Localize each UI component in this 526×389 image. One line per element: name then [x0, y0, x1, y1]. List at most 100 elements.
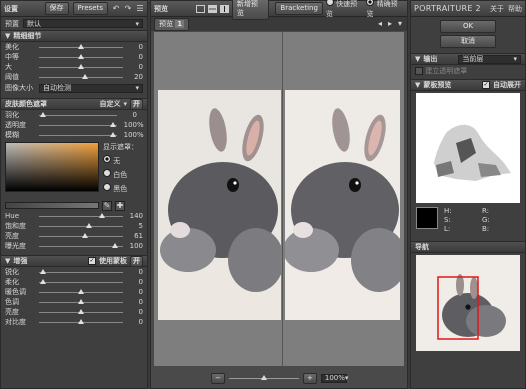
slider-value[interactable]: 5 — [127, 222, 143, 230]
slider-knob[interactable] — [82, 73, 89, 79]
output-select[interactable]: 当前层 ▾ — [458, 54, 521, 64]
tab-menu-icon[interactable]: ▾ — [396, 20, 404, 28]
skin-section-header[interactable]: 皮肤颜色遮罩 自定义 ▾ 开 — [1, 98, 147, 110]
slider-track[interactable] — [39, 278, 123, 284]
slider-value[interactable]: 0 — [121, 111, 137, 119]
slider-value[interactable]: 0 — [127, 268, 143, 276]
slider-knob[interactable] — [78, 43, 84, 49]
cancel-button[interactable]: 取消 — [440, 35, 496, 48]
slider-track[interactable] — [39, 222, 123, 228]
slider-knob[interactable] — [111, 242, 118, 248]
slider-knob[interactable] — [78, 298, 84, 304]
navigator-panel[interactable] — [416, 255, 520, 351]
zoom-slider[interactable] — [229, 374, 299, 380]
slider-track[interactable] — [39, 308, 123, 314]
about-link[interactable]: 关于 — [490, 4, 504, 14]
image-size-select[interactable]: 自动检测 ▾ — [39, 83, 143, 93]
single-view-icon[interactable] — [196, 4, 206, 13]
slider-knob[interactable] — [78, 318, 84, 324]
mask-option-black[interactable]: 黑色 — [103, 183, 138, 194]
zoom-select[interactable]: 100% ▾ — [320, 373, 348, 383]
slider-value[interactable]: 20 — [127, 73, 143, 81]
eyedropper-plus-icon[interactable]: ✚ — [115, 200, 125, 211]
bracketing-button[interactable]: Bracketing — [275, 2, 323, 15]
auto-expand-checkbox[interactable]: ✓ — [482, 81, 490, 89]
detail-section-header[interactable]: ▼ 精细细节 — [1, 30, 147, 42]
slider-track[interactable] — [39, 232, 123, 238]
presets-button[interactable]: Presets — [72, 2, 108, 15]
menu-icon[interactable]: ☰ — [136, 4, 144, 13]
slider-knob[interactable] — [110, 131, 117, 137]
skin-toggle-button[interactable]: 开 — [130, 98, 143, 110]
tab-prev-icon[interactable]: ◂ — [376, 20, 384, 28]
save-button[interactable]: 保存 — [44, 2, 69, 15]
slider-track[interactable] — [39, 53, 123, 59]
slider-track[interactable] — [39, 288, 123, 294]
slider-value[interactable]: 0 — [127, 53, 143, 61]
color-slider-bar[interactable] — [5, 202, 99, 209]
use-mask-checkbox[interactable]: ✓ — [88, 257, 96, 265]
new-layer-checkbox[interactable] — [415, 66, 423, 75]
slider-track[interactable] — [39, 242, 123, 248]
slider-value[interactable]: 0 — [127, 278, 143, 286]
tab-next-icon[interactable]: ▸ — [386, 20, 394, 28]
precise-preview-radio[interactable]: 精确预览 — [366, 0, 404, 19]
skin-mode-select[interactable]: 自定义 — [99, 99, 120, 109]
eyedropper-icon[interactable]: ✎ — [102, 200, 112, 211]
slider-knob[interactable] — [78, 308, 84, 314]
slider-value[interactable]: 0 — [127, 43, 143, 51]
slider-knob[interactable] — [82, 232, 89, 238]
new-preview-button[interactable]: 新增预览 — [231, 0, 270, 20]
zoom-out-button[interactable]: − — [211, 372, 225, 384]
preset-select[interactable]: 默认 ▾ — [23, 19, 143, 28]
collapse-icon: ▼ — [415, 81, 421, 89]
slider-track[interactable] — [39, 73, 123, 79]
slider-value[interactable]: 0 — [127, 318, 143, 326]
slider-value[interactable]: 0 — [127, 63, 143, 71]
mask-option-white[interactable]: 白色 — [103, 169, 138, 180]
slider-track[interactable] — [39, 43, 123, 49]
slider-row: Hue 140 — [1, 211, 147, 221]
preview-canvas[interactable] — [154, 32, 404, 366]
slider-knob[interactable] — [99, 212, 105, 218]
new-layer-row: 建立透明遮罩 — [411, 65, 525, 76]
redo-icon[interactable]: ↷ — [124, 4, 132, 13]
slider-track[interactable] — [39, 318, 123, 324]
slider-knob[interactable] — [86, 222, 93, 228]
enhance-section-header[interactable]: ▼ 增强 ✓ 使用蒙板 开 — [1, 255, 147, 267]
slider-track[interactable] — [39, 212, 123, 218]
split-vertical-icon[interactable] — [220, 4, 229, 13]
slider-value[interactable]: 140 — [127, 212, 143, 220]
ok-button[interactable]: OK — [440, 20, 496, 33]
slider-value[interactable]: 61 — [127, 232, 143, 240]
slider-knob[interactable] — [110, 121, 117, 127]
slider-value[interactable]: 100 — [121, 121, 137, 129]
mask-option-none[interactable]: 无 — [103, 155, 138, 166]
tab-preview[interactable]: 预览 1 — [154, 17, 190, 31]
slider-track[interactable] — [39, 298, 123, 304]
slider-knob[interactable] — [39, 111, 46, 117]
slider-knob[interactable] — [78, 53, 84, 59]
slider-track[interactable] — [39, 268, 123, 274]
slider-track[interactable] — [39, 131, 117, 137]
slider-knob[interactable] — [40, 268, 47, 274]
slider-value[interactable]: 100 — [121, 131, 137, 139]
color-gradient-picker[interactable] — [5, 142, 99, 192]
slider-knob[interactable] — [78, 288, 84, 294]
help-link[interactable]: 帮助 — [508, 4, 522, 14]
slider-value[interactable]: 0 — [127, 288, 143, 296]
slider-value[interactable]: 0 — [127, 298, 143, 306]
slider-knob[interactable] — [40, 278, 47, 284]
slider-knob[interactable] — [78, 63, 84, 69]
split-horizontal-icon[interactable] — [208, 4, 218, 13]
enhance-toggle-button[interactable]: 开 — [130, 255, 143, 267]
split-divider[interactable] — [282, 32, 283, 366]
undo-icon[interactable]: ↶ — [112, 4, 120, 13]
zoom-in-button[interactable]: + — [303, 372, 317, 384]
slider-track[interactable] — [39, 63, 123, 69]
slider-track[interactable] — [39, 121, 117, 127]
slider-value[interactable]: 100 — [127, 242, 143, 250]
fast-preview-radio[interactable]: 快速预览 — [325, 0, 364, 19]
slider-track[interactable] — [39, 111, 117, 117]
slider-value[interactable]: 0 — [127, 308, 143, 316]
